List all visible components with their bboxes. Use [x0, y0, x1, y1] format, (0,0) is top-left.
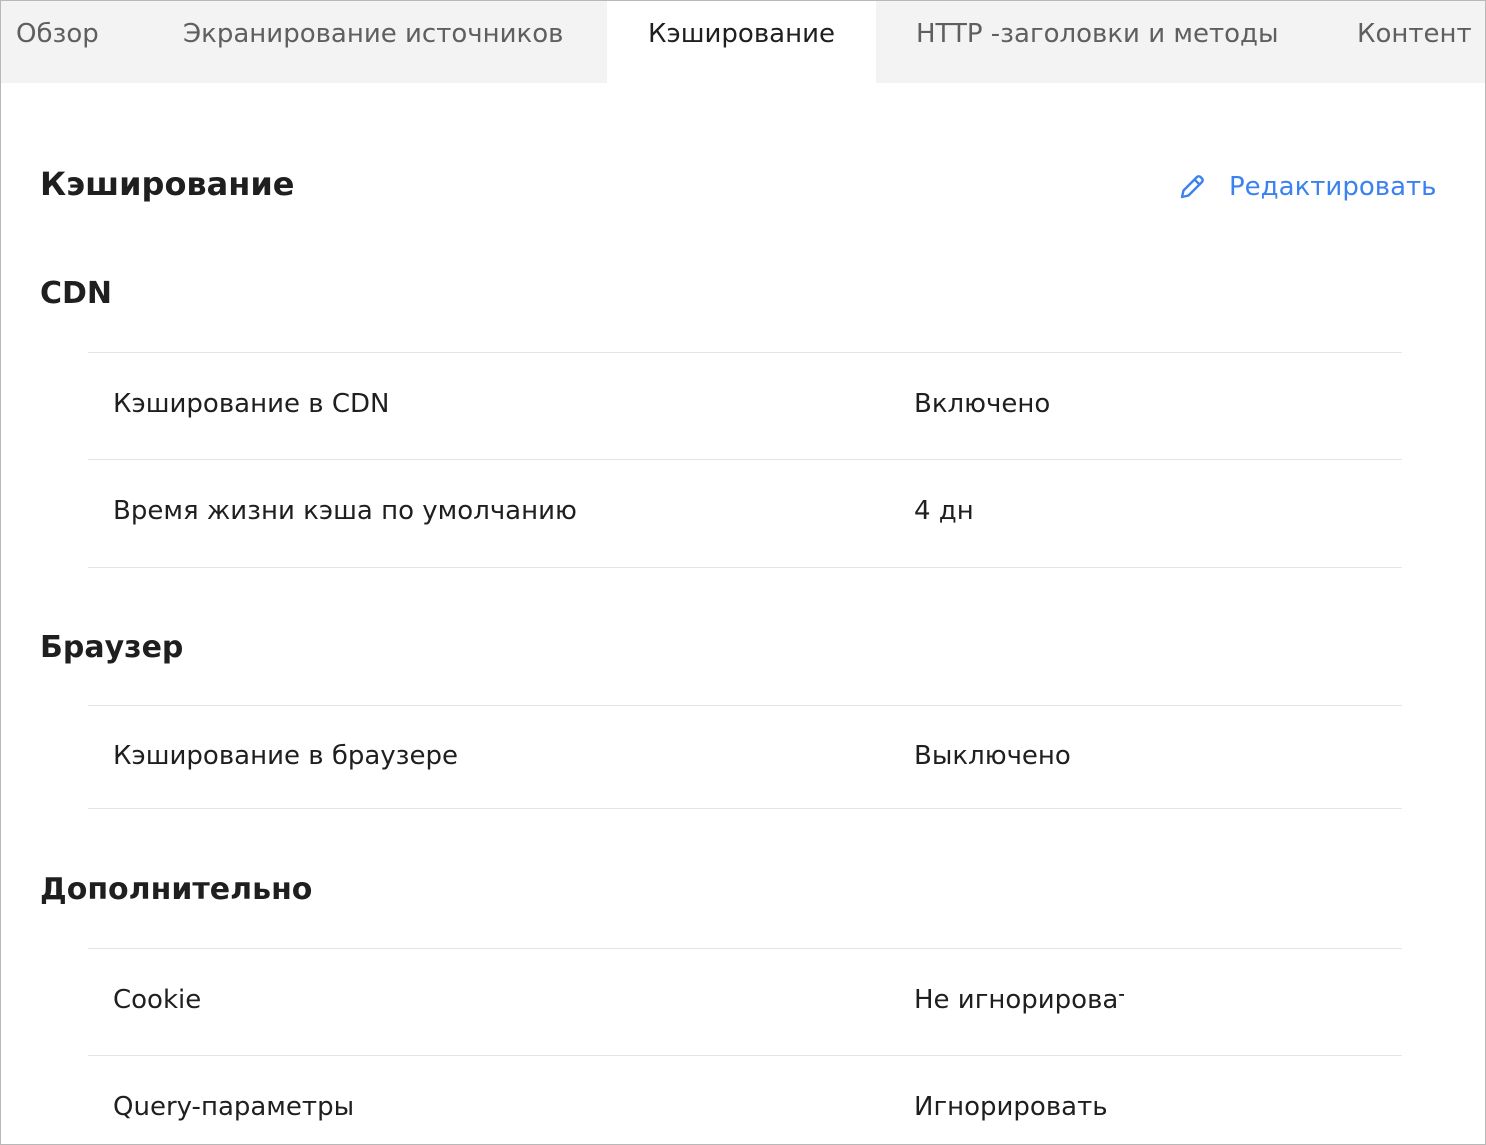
divider: [88, 948, 1402, 949]
section-title-additional: Дополнительно: [40, 872, 313, 907]
divider: [88, 705, 1402, 706]
row-value-cdn-caching: Включено: [914, 389, 1051, 419]
divider: [88, 1055, 1402, 1056]
tab-origin-shielding[interactable]: Экранирование источников: [183, 1, 563, 83]
divider: [88, 567, 1402, 568]
tab-caching[interactable]: Кэширование: [607, 1, 876, 83]
tab-content[interactable]: Контент: [1357, 1, 1472, 83]
tab-overview[interactable]: Обзор: [16, 1, 99, 83]
row-label-browser-caching: Кэширование в браузере: [113, 741, 459, 771]
row-label-default-ttl: Время жизни кэша по умолчанию: [113, 496, 577, 526]
divider: [88, 808, 1402, 809]
section-title-cdn: CDN: [40, 276, 113, 311]
row-label-query-params: Query-параметры: [113, 1092, 355, 1122]
edit-button[interactable]: Редактировать: [1177, 167, 1436, 207]
divider: [88, 352, 1402, 353]
row-value-cookie: Не игнорировать: [914, 985, 1124, 1015]
tab-bar: Обзор Экранирование источников Кэширован…: [1, 1, 1485, 83]
row-label-cdn-caching: Кэширование в CDN: [113, 389, 390, 419]
row-label-cookie: Cookie: [113, 985, 202, 1015]
pencil-icon: [1177, 172, 1207, 202]
caching-panel: Обзор Экранирование источников Кэширован…: [0, 0, 1486, 1145]
section-title-browser: Браузер: [40, 630, 184, 665]
tab-http-headers-methods[interactable]: HTTP -заголовки и методы: [916, 1, 1279, 83]
row-value-default-ttl: 4 дн: [914, 496, 974, 526]
page-title: Кэширование: [40, 165, 295, 203]
row-value-browser-caching: Выключено: [914, 741, 1071, 771]
divider: [88, 459, 1402, 460]
edit-button-label: Редактировать: [1229, 172, 1437, 202]
row-value-query-params: Игнорировать: [914, 1092, 1108, 1122]
